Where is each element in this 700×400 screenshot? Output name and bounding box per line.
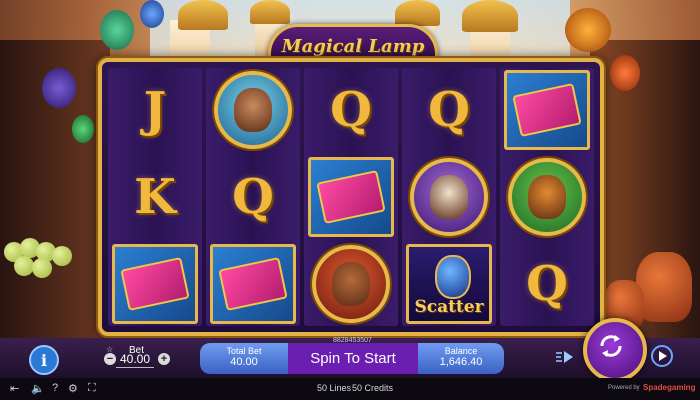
reels-grid: J K Q Q Q Scatter Q (108, 68, 594, 326)
bet-increase-button[interactable]: + (158, 353, 170, 365)
provider-logo: Spadegaming (643, 383, 696, 392)
symbol-scatter: Scatter (406, 244, 492, 325)
hanging-lantern (42, 68, 76, 108)
symbol-q: Q (428, 81, 470, 138)
reel-cell: Q (402, 68, 496, 151)
symbol-q: Q (232, 168, 274, 225)
total-bet-label: Total Bet (226, 346, 262, 356)
symbol-magic-carpet (504, 69, 590, 150)
palace-dome (250, 0, 290, 24)
scarab-icon (435, 255, 471, 300)
reel-1: JK (108, 68, 202, 326)
bet-value: 40.00 (120, 352, 151, 366)
symbol-tiger (508, 157, 586, 236)
clay-pot (636, 252, 692, 322)
reel-cell (500, 68, 594, 151)
palace-dome (178, 0, 228, 30)
reel-cell: Scatter (402, 243, 496, 326)
symbol-q: Q (526, 256, 568, 313)
symbol-k: K (134, 168, 176, 225)
reel-2: Q (206, 68, 300, 326)
grapes (32, 258, 52, 278)
reel-3: Q (304, 68, 398, 326)
spin-to-start-banner[interactable]: Spin To Start (288, 343, 418, 374)
spin-to-start-label: Spin To Start (310, 350, 396, 367)
lines-count: 50 Lines (317, 383, 352, 393)
reel-cell (108, 243, 202, 326)
symbol-vizier (312, 245, 390, 324)
credits-count: 50 Credits (352, 383, 394, 393)
settings-icon[interactable]: ⚙ (68, 382, 78, 395)
carpet-icon (512, 82, 582, 137)
reel-cell: Q (206, 155, 300, 238)
bet-decrease-button[interactable]: − (104, 353, 116, 365)
reel-4: Q Scatter (402, 68, 496, 326)
jasmine-portrait-icon (234, 87, 272, 132)
reel-cell: Q (500, 243, 594, 326)
sound-icon[interactable]: 🔈 (31, 382, 45, 395)
hanging-lantern (72, 115, 94, 143)
palace-dome (462, 0, 518, 32)
reel-cell (402, 155, 496, 238)
reel-cell (304, 243, 398, 326)
scatter-label: Scatter (414, 297, 484, 318)
reel-cell (500, 155, 594, 238)
total-bet-panel: Total Bet 40.00 (200, 343, 288, 374)
hanging-lantern (565, 8, 611, 52)
bet-underline (116, 367, 154, 368)
carpet-icon (218, 257, 288, 312)
balance-label: Balance (444, 346, 478, 356)
vizier-portrait-icon (332, 262, 370, 307)
carpet-icon (120, 257, 190, 312)
symbol-magic-carpet (210, 244, 296, 325)
hanging-lantern (100, 10, 134, 50)
balance-panel: Balance 1,646.40 (418, 343, 504, 374)
symbol-j: J (143, 81, 167, 138)
carpet-icon (316, 169, 386, 224)
symbol-jasmine (214, 70, 292, 149)
exit-icon[interactable]: ⇤ (10, 382, 19, 395)
reel-frame: J K Q Q Q Scatter Q (98, 58, 604, 336)
tiger-portrait-icon (528, 174, 566, 219)
hanging-lantern (140, 0, 164, 28)
reel-5: Q (500, 68, 594, 326)
turbo-icon[interactable] (556, 350, 574, 364)
reel-cell: K (108, 155, 202, 238)
reel-cell: J (108, 68, 202, 151)
reel-cell (206, 243, 300, 326)
hanging-lantern (610, 55, 640, 91)
symbol-q: Q (330, 81, 372, 138)
grapes (52, 246, 72, 266)
help-icon[interactable]: ? (52, 382, 58, 394)
spin-button[interactable] (583, 318, 647, 382)
reel-cell (304, 155, 398, 238)
reel-cell: Q (304, 68, 398, 151)
grapes (14, 256, 34, 276)
powered-by-label: Powered by (608, 385, 640, 391)
total-bet-value: 40.00 (230, 356, 258, 368)
autoplay-icon[interactable] (651, 345, 673, 367)
info-button[interactable]: i (29, 345, 59, 375)
spin-arrows-icon (600, 335, 622, 357)
symbol-genie (410, 157, 488, 236)
genie-portrait-icon (430, 174, 468, 219)
palace-dome (395, 0, 440, 26)
symbol-magic-carpet (308, 156, 394, 237)
reel-cell (206, 68, 300, 151)
symbol-magic-carpet (112, 244, 198, 325)
balance-value: 1,646.40 (439, 356, 483, 368)
play-icon (659, 351, 667, 361)
fullscreen-icon[interactable]: ⛶ (88, 382, 96, 395)
game-title: Magical Lamp (281, 35, 425, 57)
